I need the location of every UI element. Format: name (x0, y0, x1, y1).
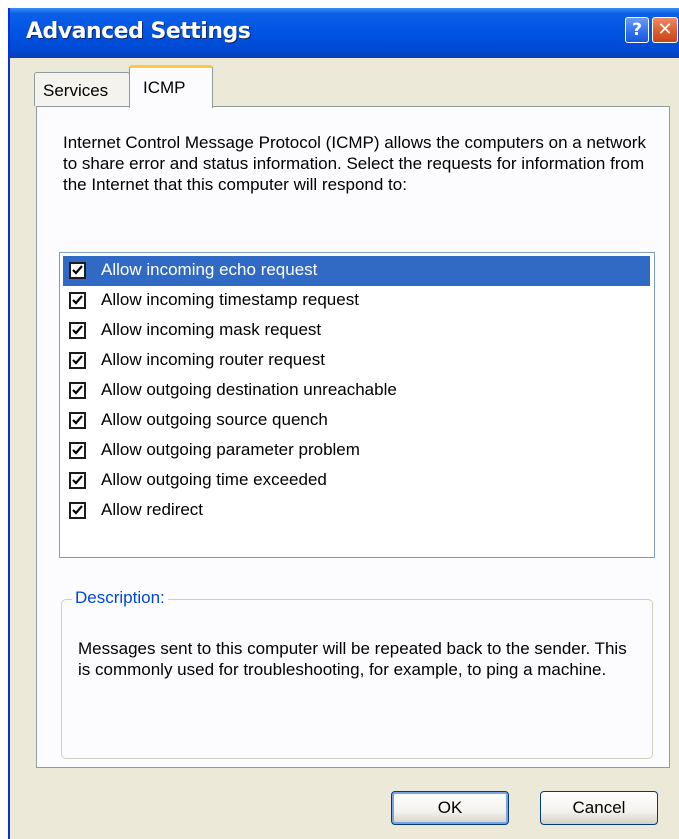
title-bar[interactable]: Advanced Settings ? ✕ (10, 8, 679, 58)
cancel-button[interactable]: Cancel (540, 791, 658, 825)
list-item-redirect[interactable]: Allow redirect (63, 496, 650, 526)
checkmark-icon (72, 265, 83, 275)
list-item-parameter-problem[interactable]: Allow outgoing parameter problem (63, 436, 650, 466)
list-item-source-quench[interactable]: Allow outgoing source quench (63, 406, 650, 436)
checkmark-icon (72, 385, 83, 395)
list-item-timestamp-request[interactable]: Allow incoming timestamp request (63, 286, 650, 316)
description-group: Description: Messages sent to this compu… (61, 588, 653, 759)
ok-button[interactable]: OK (391, 791, 509, 825)
close-icon: ✕ (657, 19, 673, 40)
tab-icmp[interactable]: ICMP (129, 65, 213, 108)
list-item-router-request[interactable]: Allow incoming router request (63, 346, 650, 376)
checkmark-icon (72, 355, 83, 365)
list-item-label: Allow outgoing destination unreachable (101, 380, 397, 399)
checkmark-icon (72, 295, 83, 305)
close-button[interactable]: ✕ (652, 17, 678, 43)
checkmark-icon (72, 415, 83, 425)
checkbox-parameter-problem[interactable] (69, 442, 86, 459)
description-text: Messages sent to this computer will be r… (78, 639, 627, 679)
checkmark-icon (72, 505, 83, 515)
list-item-label: Allow incoming timestamp request (101, 290, 359, 309)
list-item-label: Allow incoming mask request (101, 320, 322, 339)
help-icon: ? (632, 20, 642, 40)
list-item-label: Allow incoming echo request (101, 260, 318, 279)
window-title: Advanced Settings (26, 19, 251, 44)
checkbox-destination-unreachable[interactable] (69, 382, 86, 399)
description-title: Description: (72, 588, 168, 608)
tab-services-label: Services (43, 81, 109, 100)
list-item-mask-request[interactable]: Allow incoming mask request (63, 316, 650, 346)
checkmark-icon (72, 475, 83, 485)
checkbox-router-request[interactable] (69, 352, 86, 369)
checkbox-echo-request[interactable] (69, 262, 86, 279)
help-button[interactable]: ? (625, 17, 649, 43)
list-item-label: Allow redirect (101, 500, 204, 519)
advanced-settings-dialog: Advanced Settings ? ✕ Services ICMP Inte… (8, 8, 679, 839)
checkmark-icon (72, 325, 83, 335)
list-item-label: Allow outgoing source quench (101, 410, 328, 429)
icmp-intro-text: Internet Control Message Protocol (ICMP)… (63, 133, 646, 194)
list-item-label: Allow outgoing parameter problem (101, 440, 360, 459)
list-item-label: Allow incoming router request (101, 350, 325, 369)
icmp-tab-panel: Internet Control Message Protocol (ICMP)… (36, 106, 670, 768)
checkbox-timestamp-request[interactable] (69, 292, 86, 309)
checkbox-source-quench[interactable] (69, 412, 86, 429)
checkbox-time-exceeded[interactable] (69, 472, 86, 489)
checkbox-mask-request[interactable] (69, 322, 86, 339)
list-item-label: Allow outgoing time exceeded (101, 470, 327, 489)
list-item-destination-unreachable[interactable]: Allow outgoing destination unreachable (63, 376, 650, 406)
icmp-options-list[interactable]: Allow incoming echo request Allow incomi… (59, 252, 655, 558)
list-item-echo-request[interactable]: Allow incoming echo request (63, 256, 650, 286)
tab-icmp-label: ICMP (143, 78, 186, 97)
checkbox-redirect[interactable] (69, 502, 86, 519)
checkmark-icon (72, 445, 83, 455)
list-item-time-exceeded[interactable]: Allow outgoing time exceeded (63, 466, 650, 496)
tab-services[interactable]: Services (34, 72, 130, 106)
